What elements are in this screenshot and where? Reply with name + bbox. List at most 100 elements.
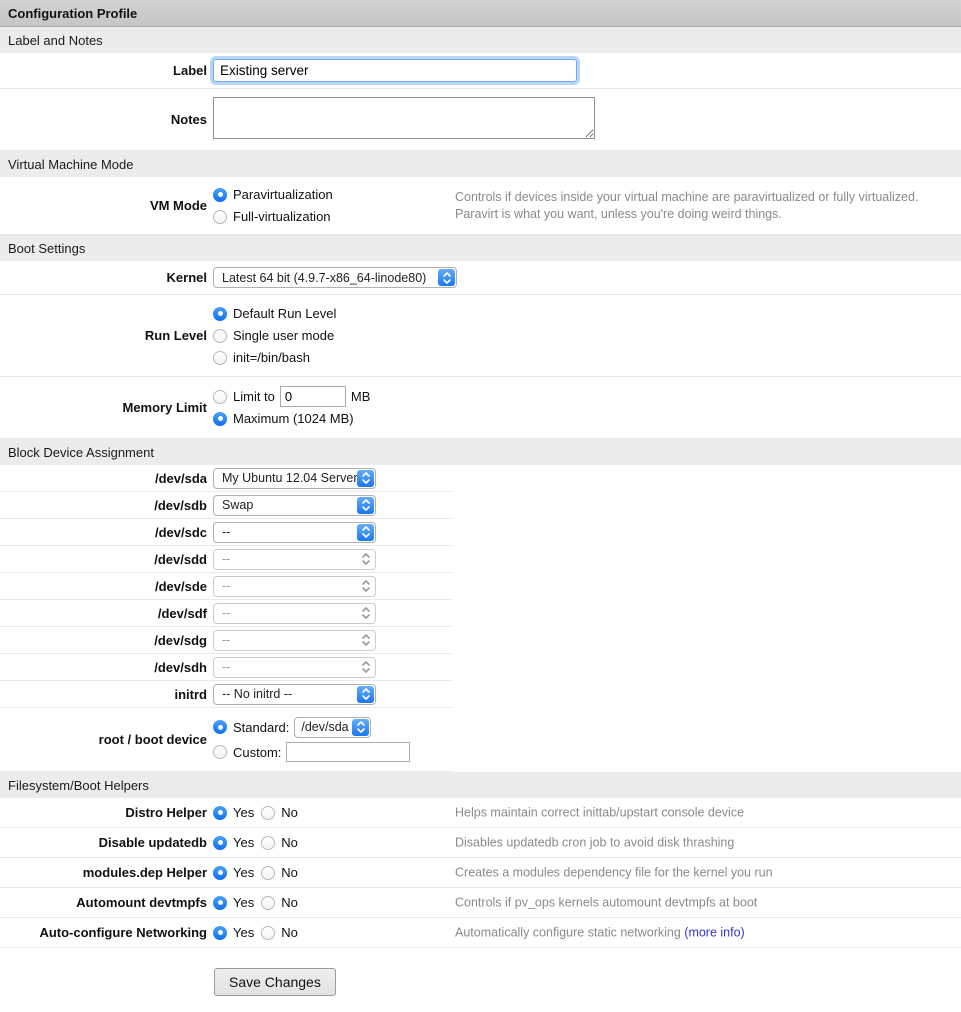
select-stepper-icon bbox=[352, 719, 369, 736]
radio-icon[interactable] bbox=[213, 351, 227, 365]
select-value: -- No initrd -- bbox=[214, 687, 375, 701]
device-label: /dev/sdc bbox=[0, 525, 207, 540]
yes-label: Yes bbox=[233, 865, 254, 880]
run-level-label: Run Level bbox=[0, 328, 207, 343]
radio-label: Custom: bbox=[233, 745, 281, 760]
radio-icon[interactable] bbox=[261, 896, 275, 910]
select-stepper-icon bbox=[357, 524, 374, 541]
radio-selected-icon[interactable] bbox=[213, 188, 227, 202]
notes-row: Notes bbox=[0, 89, 961, 151]
kernel-row: Kernel Latest 64 bit (4.9.7-x86_64-linod… bbox=[0, 261, 961, 295]
block-device-table: /dev/sda My Ubuntu 12.04 Server /dev/sdb… bbox=[0, 465, 452, 772]
radio-icon[interactable] bbox=[213, 329, 227, 343]
notes-textarea[interactable] bbox=[213, 97, 595, 139]
vm-mode-option-paravirtualization[interactable]: Paravirtualization bbox=[213, 184, 333, 205]
radio-icon[interactable] bbox=[261, 836, 275, 850]
root-boot-device-label: root / boot device bbox=[0, 732, 207, 747]
help-text-fragment: Automatically configure static networkin… bbox=[455, 925, 684, 939]
device-label: /dev/sdb bbox=[0, 498, 207, 513]
label-input[interactable] bbox=[213, 59, 577, 82]
radio-selected-icon[interactable] bbox=[213, 720, 227, 734]
radio-selected-icon[interactable] bbox=[213, 926, 227, 940]
vm-mode-label: VM Mode bbox=[0, 198, 207, 213]
helper-label: Disable updatedb bbox=[0, 835, 207, 850]
device-sdc-select[interactable]: -- bbox=[213, 522, 376, 543]
radio-selected-icon[interactable] bbox=[213, 836, 227, 850]
memory-limit-option-limit-to[interactable]: Limit to MB bbox=[213, 386, 370, 407]
select-value: Latest 64 bit (4.9.7-x86_64-linode80) bbox=[214, 271, 456, 285]
block-device-row-sdd: /dev/sdd -- bbox=[0, 546, 452, 573]
select-stepper-icon bbox=[357, 497, 374, 514]
radio-icon[interactable] bbox=[261, 866, 275, 880]
block-device-row-sdb: /dev/sdb Swap bbox=[0, 492, 452, 519]
memory-limit-input[interactable] bbox=[280, 386, 346, 407]
memory-limit-unit: MB bbox=[351, 389, 371, 404]
select-stepper-icon bbox=[357, 686, 374, 703]
no-label: No bbox=[281, 805, 298, 820]
kernel-label: Kernel bbox=[0, 270, 207, 285]
no-label: No bbox=[281, 895, 298, 910]
block-device-row-sde: /dev/sde -- bbox=[0, 573, 452, 600]
radio-selected-icon[interactable] bbox=[213, 806, 227, 820]
initrd-label: initrd bbox=[0, 687, 207, 702]
save-changes-button[interactable]: Save Changes bbox=[214, 968, 336, 996]
more-info-link[interactable]: (more info) bbox=[684, 925, 744, 939]
root-boot-standard-option[interactable]: Standard: /dev/sda bbox=[213, 715, 410, 739]
radio-icon[interactable] bbox=[261, 806, 275, 820]
select-value: -- bbox=[214, 552, 375, 566]
label-row: Label bbox=[0, 53, 961, 89]
select-value: -- bbox=[214, 660, 375, 674]
section-header-filesystem-boot-helpers: Filesystem/Boot Helpers bbox=[0, 772, 961, 798]
select-stepper-icon bbox=[357, 605, 374, 622]
select-value: -- bbox=[214, 579, 375, 593]
block-device-row-sdg: /dev/sdg -- bbox=[0, 627, 452, 654]
kernel-select[interactable]: Latest 64 bit (4.9.7-x86_64-linode80) bbox=[213, 267, 457, 288]
radio-icon[interactable] bbox=[213, 745, 227, 759]
no-label: No bbox=[281, 925, 298, 940]
device-label: /dev/sde bbox=[0, 579, 207, 594]
select-value: -- bbox=[214, 525, 375, 539]
device-sdd-select-disabled: -- bbox=[213, 549, 376, 570]
device-sdg-select-disabled: -- bbox=[213, 630, 376, 651]
device-sdf-select-disabled: -- bbox=[213, 603, 376, 624]
radio-selected-icon[interactable] bbox=[213, 307, 227, 321]
root-device-select[interactable]: /dev/sda bbox=[294, 717, 371, 738]
radio-icon[interactable] bbox=[213, 390, 227, 404]
section-title: Filesystem/Boot Helpers bbox=[8, 778, 149, 793]
select-stepper-icon bbox=[357, 578, 374, 595]
initrd-select[interactable]: -- No initrd -- bbox=[213, 684, 376, 705]
section-title: Boot Settings bbox=[8, 241, 85, 256]
memory-limit-row: Memory Limit Limit to MB Maximum (1024 M… bbox=[0, 377, 961, 439]
device-label: /dev/sdg bbox=[0, 633, 207, 648]
run-level-option-default[interactable]: Default Run Level bbox=[213, 303, 336, 324]
radio-label: Default Run Level bbox=[233, 306, 336, 321]
helper-help-text: Creates a modules dependency file for th… bbox=[455, 864, 935, 881]
block-device-row-sdf: /dev/sdf -- bbox=[0, 600, 452, 627]
radio-icon[interactable] bbox=[261, 926, 275, 940]
radio-selected-icon[interactable] bbox=[213, 412, 227, 426]
vm-mode-row: VM Mode Paravirtualization Full-virtuali… bbox=[0, 177, 961, 235]
section-header-vm-mode: Virtual Machine Mode bbox=[0, 151, 961, 177]
helper-row-automount-devtmpfs: Automount devtmpfs Yes No Controls if pv… bbox=[0, 888, 961, 918]
helper-label: Auto-configure Networking bbox=[0, 925, 207, 940]
radio-icon[interactable] bbox=[213, 210, 227, 224]
device-label: /dev/sdh bbox=[0, 660, 207, 675]
run-level-option-single-user[interactable]: Single user mode bbox=[213, 325, 336, 346]
radio-label: Standard: bbox=[233, 720, 289, 735]
radio-selected-icon[interactable] bbox=[213, 896, 227, 910]
device-sda-select[interactable]: My Ubuntu 12.04 Server bbox=[213, 468, 376, 489]
section-header-label-and-notes: Label and Notes bbox=[0, 27, 961, 53]
helper-label: Automount devtmpfs bbox=[0, 895, 207, 910]
memory-limit-option-maximum[interactable]: Maximum (1024 MB) bbox=[213, 408, 370, 429]
vm-mode-option-full-virtualization[interactable]: Full-virtualization bbox=[213, 206, 333, 227]
custom-root-device-input[interactable] bbox=[286, 742, 410, 762]
device-sdb-select[interactable]: Swap bbox=[213, 495, 376, 516]
run-level-option-init-bin-bash[interactable]: init=/bin/bash bbox=[213, 347, 336, 368]
root-boot-custom-option[interactable]: Custom: bbox=[213, 740, 410, 764]
radio-selected-icon[interactable] bbox=[213, 866, 227, 880]
section-title: Block Device Assignment bbox=[8, 445, 154, 460]
notes-field-label: Notes bbox=[0, 112, 207, 127]
run-level-row: Run Level Default Run Level Single user … bbox=[0, 295, 961, 377]
helper-row-modules-dep: modules.dep Helper Yes No Creates a modu… bbox=[0, 858, 961, 888]
radio-label: Full-virtualization bbox=[233, 209, 331, 224]
